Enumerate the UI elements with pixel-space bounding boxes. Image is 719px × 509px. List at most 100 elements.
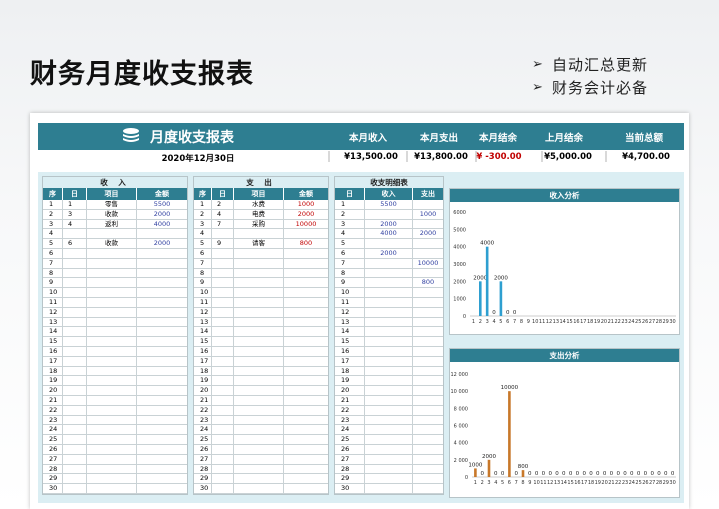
table-cell[interactable]: 28 — [335, 464, 365, 474]
table-cell[interactable]: 12 — [43, 307, 63, 317]
table-cell[interactable]: 21 — [43, 395, 63, 405]
bar[interactable] — [499, 281, 503, 316]
table-cell[interactable] — [234, 327, 284, 337]
table-cell[interactable]: 30 — [43, 484, 63, 493]
table-cell[interactable]: 1 — [63, 200, 87, 209]
table-cell[interactable] — [212, 248, 234, 258]
table-cell[interactable]: 19 — [194, 376, 212, 386]
table-cell[interactable]: 26 — [194, 444, 212, 454]
table-cell[interactable]: 4 — [335, 229, 365, 239]
table-cell[interactable] — [137, 269, 187, 278]
table-cell[interactable] — [413, 396, 443, 405]
table-cell[interactable]: 24 — [335, 425, 365, 435]
table-cell[interactable]: 1 — [194, 200, 212, 209]
table-cell[interactable] — [284, 298, 328, 307]
table-cell[interactable] — [212, 474, 234, 484]
table-cell[interactable]: 16 — [43, 346, 63, 356]
income-total[interactable]: ¥13,500.00 — [336, 152, 406, 162]
table-cell[interactable] — [413, 249, 443, 258]
table-cell[interactable]: 3 — [43, 219, 63, 229]
table-cell[interactable]: 14 — [335, 327, 365, 337]
table-cell[interactable]: 6 — [63, 239, 87, 248]
table-cell[interactable] — [87, 484, 137, 493]
table-cell[interactable] — [234, 278, 284, 288]
table-cell[interactable]: 4 — [43, 229, 63, 239]
table-cell[interactable] — [87, 268, 137, 278]
table-cell[interactable] — [284, 406, 328, 415]
table-cell[interactable] — [365, 327, 413, 337]
table-cell[interactable] — [137, 445, 187, 454]
table-cell[interactable] — [63, 229, 87, 239]
table-cell[interactable]: 11 — [43, 297, 63, 307]
table-cell[interactable]: 800 — [413, 278, 443, 287]
table-cell[interactable]: 2000 — [137, 239, 187, 248]
table-cell[interactable] — [413, 367, 443, 376]
table-cell[interactable]: 3 — [335, 219, 365, 229]
table-cell[interactable] — [212, 366, 234, 376]
table-cell[interactable] — [413, 269, 443, 278]
total-value[interactable]: ¥4,700.00 — [611, 152, 681, 162]
table-cell[interactable]: 5 — [43, 239, 63, 248]
table-cell[interactable] — [234, 464, 284, 474]
table-cell[interactable]: 17 — [43, 356, 63, 366]
table-cell[interactable] — [234, 415, 284, 425]
table-cell[interactable] — [284, 259, 328, 268]
table-cell[interactable]: 4 — [63, 219, 87, 229]
bar[interactable] — [474, 468, 477, 477]
table-cell[interactable]: 23 — [335, 415, 365, 425]
table-cell[interactable] — [137, 396, 187, 405]
table-cell[interactable]: 9 — [43, 278, 63, 288]
table-cell[interactable]: 5 — [335, 239, 365, 248]
table-cell[interactable]: 24 — [194, 425, 212, 435]
table-cell[interactable]: 22 — [335, 405, 365, 415]
table-cell[interactable]: 2 — [212, 200, 234, 209]
table-cell[interactable]: 4000 — [137, 220, 187, 229]
table-cell[interactable]: 7 — [194, 258, 212, 268]
table-cell[interactable]: 2000 — [137, 210, 187, 219]
table-cell[interactable] — [63, 415, 87, 425]
table-cell[interactable]: 7 — [212, 219, 234, 229]
table-cell[interactable] — [87, 346, 137, 356]
table-cell[interactable] — [284, 396, 328, 405]
table-cell[interactable]: 3 — [194, 219, 212, 229]
table-cell[interactable]: 4000 — [365, 229, 413, 239]
table-cell[interactable]: 10000 — [284, 220, 328, 229]
table-cell[interactable]: 16 — [194, 346, 212, 356]
table-cell[interactable] — [212, 405, 234, 415]
table-cell[interactable] — [137, 327, 187, 336]
table-cell[interactable] — [365, 484, 413, 493]
table-cell[interactable] — [63, 297, 87, 307]
table-cell[interactable] — [365, 366, 413, 376]
bar[interactable] — [508, 391, 511, 477]
table-cell[interactable]: 15 — [43, 337, 63, 346]
table-cell[interactable] — [234, 356, 284, 366]
table-cell[interactable]: 11 — [194, 297, 212, 307]
table-cell[interactable] — [137, 347, 187, 356]
table-cell[interactable] — [234, 425, 284, 435]
table-cell[interactable]: 800 — [284, 239, 328, 248]
table-cell[interactable] — [284, 337, 328, 346]
table-cell[interactable] — [63, 278, 87, 288]
table-cell[interactable]: 1000 — [284, 200, 328, 209]
table-cell[interactable] — [413, 455, 443, 464]
table-cell[interactable] — [284, 376, 328, 385]
table-cell[interactable] — [137, 249, 187, 258]
table-cell[interactable] — [365, 474, 413, 484]
table-cell[interactable] — [137, 259, 187, 268]
table-cell[interactable] — [212, 268, 234, 278]
table-cell[interactable]: 10 — [194, 288, 212, 297]
table-cell[interactable] — [284, 425, 328, 434]
table-cell[interactable] — [413, 327, 443, 336]
table-cell[interactable] — [234, 386, 284, 395]
table-cell[interactable] — [212, 415, 234, 425]
table-cell[interactable] — [234, 474, 284, 484]
table-cell[interactable] — [413, 474, 443, 483]
table-cell[interactable]: 2000 — [365, 248, 413, 258]
table-cell[interactable] — [63, 258, 87, 268]
table-cell[interactable] — [284, 455, 328, 464]
table-cell[interactable] — [63, 405, 87, 415]
table-cell[interactable] — [413, 239, 443, 248]
table-cell[interactable] — [63, 454, 87, 464]
table-cell[interactable]: 2 — [194, 209, 212, 219]
table-cell[interactable] — [413, 406, 443, 415]
